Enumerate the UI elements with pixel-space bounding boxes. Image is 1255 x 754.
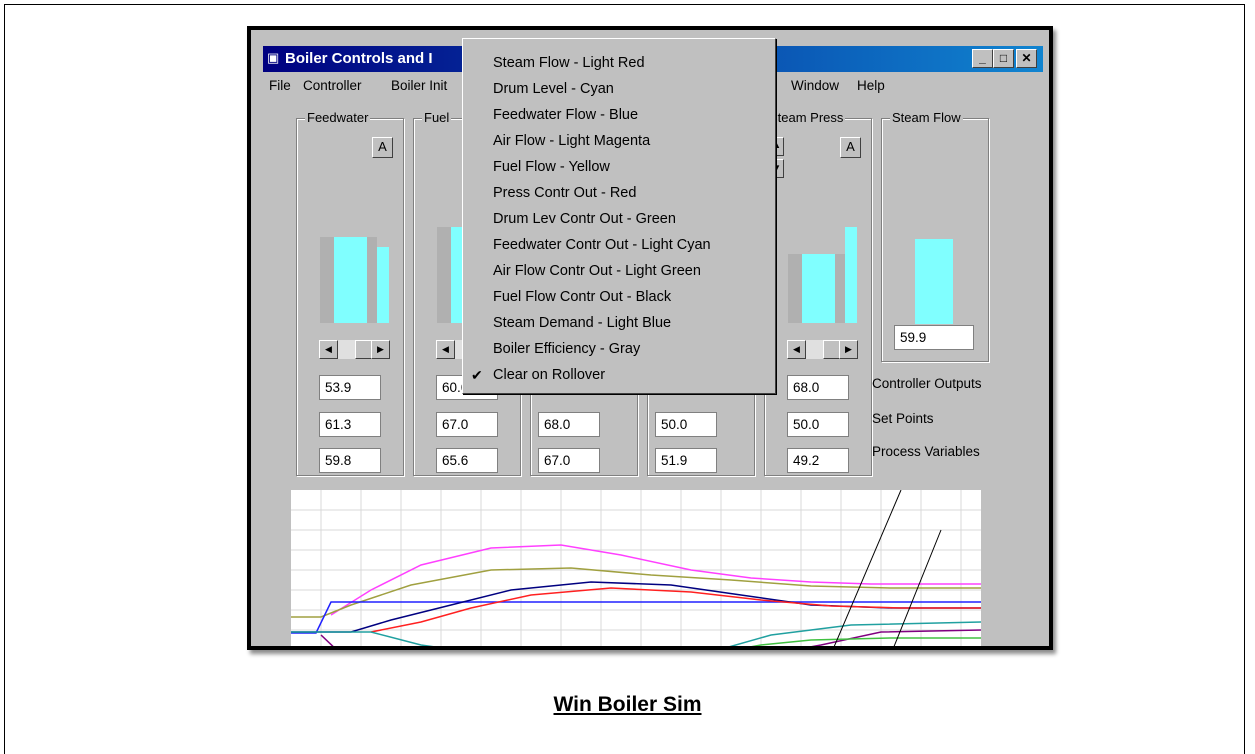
scroll-right-icon[interactable]: ▶: [371, 340, 390, 359]
menu-controller[interactable]: Controller: [303, 78, 362, 93]
steam-press-label: Steam Press: [767, 110, 846, 125]
menu-boiler-init[interactable]: Boiler Init: [391, 78, 447, 93]
steam-press-auto-button[interactable]: A: [840, 137, 861, 158]
drum-process-variable[interactable]: 51.9: [655, 448, 717, 473]
menu-item-feedwater-contr-out[interactable]: Feedwater Contr Out - Light Cyan: [493, 237, 711, 253]
steam-flow-panel: Steam Flow 59.9: [881, 110, 989, 362]
feedwater-controller-output[interactable]: 53.9: [319, 375, 381, 400]
window-title: Boiler Controls and I: [285, 50, 433, 67]
checkmark-icon: ✔: [471, 367, 483, 383]
steam-press-controller-output[interactable]: 68.0: [787, 375, 849, 400]
close-button[interactable]: ✕: [1016, 49, 1037, 68]
fuel-label: Fuel: [422, 110, 452, 125]
steam-press-output-bar: [845, 227, 857, 323]
steam-flow-bar: [915, 239, 953, 324]
fuel-set-point[interactable]: 67.0: [436, 412, 498, 437]
steam-press-bar-frame-right: [835, 254, 845, 323]
drum-set-point[interactable]: 50.0: [655, 412, 717, 437]
steam-press-bar: [802, 254, 835, 323]
menu-item-boiler-efficiency[interactable]: Boiler Efficiency - Gray: [493, 341, 640, 357]
boiler-app-icon: ▣: [267, 50, 280, 65]
feedwater-output-bar: [377, 247, 389, 323]
steam-press-panel: Steam Press ▲ ▼ A ◀ ▶ 68.0 50.0 49.2: [764, 110, 872, 476]
feedwater-bar-frame-right: [367, 237, 377, 323]
menu-item-air-flow[interactable]: Air Flow - Light Magenta: [493, 133, 650, 149]
scroll-left-icon[interactable]: ◀: [787, 340, 806, 359]
steam-press-set-point[interactable]: 50.0: [787, 412, 849, 437]
fuel-bar-frame: [437, 227, 451, 323]
minimize-button[interactable]: _: [972, 49, 993, 68]
menu-help[interactable]: Help: [857, 78, 885, 93]
menu-item-air-flow-contr-out[interactable]: Air Flow Contr Out - Light Green: [493, 263, 701, 279]
scroll-left-icon[interactable]: ◀: [319, 340, 338, 359]
feedwater-process-variable[interactable]: 59.8: [319, 448, 381, 473]
steam-press-process-variable[interactable]: 49.2: [787, 448, 849, 473]
fuel-process-variable[interactable]: 65.6: [436, 448, 498, 473]
menu-item-clear-on-rollover[interactable]: Clear on Rollover: [493, 367, 605, 383]
feedwater-scrollbar[interactable]: ◀ ▶: [319, 340, 390, 359]
feedwater-panel: Feedwater A ◀ ▶ 53.9 61.3 59.8: [296, 110, 404, 476]
feedwater-bar: [334, 237, 367, 323]
air-set-point[interactable]: 68.0: [538, 412, 600, 437]
window-controls: _ □ ✕: [972, 49, 1037, 68]
menu-item-drum-lev-contr-out[interactable]: Drum Lev Contr Out - Green: [493, 211, 676, 227]
plot-options-menu: Steam Flow - Light Red Drum Level - Cyan…: [462, 38, 776, 394]
scroll-right-icon[interactable]: ▶: [839, 340, 858, 359]
process-variables-label: Process Variables: [872, 444, 980, 459]
maximize-button[interactable]: □: [993, 49, 1014, 68]
steam-flow-label: Steam Flow: [890, 110, 963, 125]
air-process-variable[interactable]: 67.0: [538, 448, 600, 473]
menu-file[interactable]: File: [269, 78, 291, 93]
controller-outputs-label: Controller Outputs: [872, 376, 982, 391]
feedwater-bar-frame-left: [320, 237, 334, 323]
menu-item-fuel-flow[interactable]: Fuel Flow - Yellow: [493, 159, 610, 175]
trend-plot: [291, 490, 981, 646]
scroll-left-icon[interactable]: ◀: [436, 340, 455, 359]
menu-item-press-contr-out[interactable]: Press Contr Out - Red: [493, 185, 636, 201]
feedwater-label: Feedwater: [305, 110, 371, 125]
menu-item-drum-level[interactable]: Drum Level - Cyan: [493, 81, 614, 97]
menu-item-steam-flow[interactable]: Steam Flow - Light Red: [493, 55, 645, 71]
screenshot-window: ▣ Boiler Controls and I _ □ ✕ File Control…: [247, 26, 1053, 650]
menu-item-steam-demand[interactable]: Steam Demand - Light Blue: [493, 315, 671, 331]
menu-window[interactable]: Window: [791, 78, 839, 93]
menu-item-feedwater-flow[interactable]: Feedwater Flow - Blue: [493, 107, 638, 123]
slide-caption: Win Boiler Sim: [553, 693, 702, 716]
steam-press-bar-frame-left: [788, 254, 802, 323]
set-points-label: Set Points: [872, 411, 934, 426]
steam-flow-value[interactable]: 59.9: [894, 325, 974, 350]
menu-item-fuel-flow-contr-out[interactable]: Fuel Flow Contr Out - Black: [493, 289, 671, 305]
steam-press-scrollbar[interactable]: ◀ ▶: [787, 340, 858, 359]
feedwater-set-point[interactable]: 61.3: [319, 412, 381, 437]
feedwater-auto-button[interactable]: A: [372, 137, 393, 158]
